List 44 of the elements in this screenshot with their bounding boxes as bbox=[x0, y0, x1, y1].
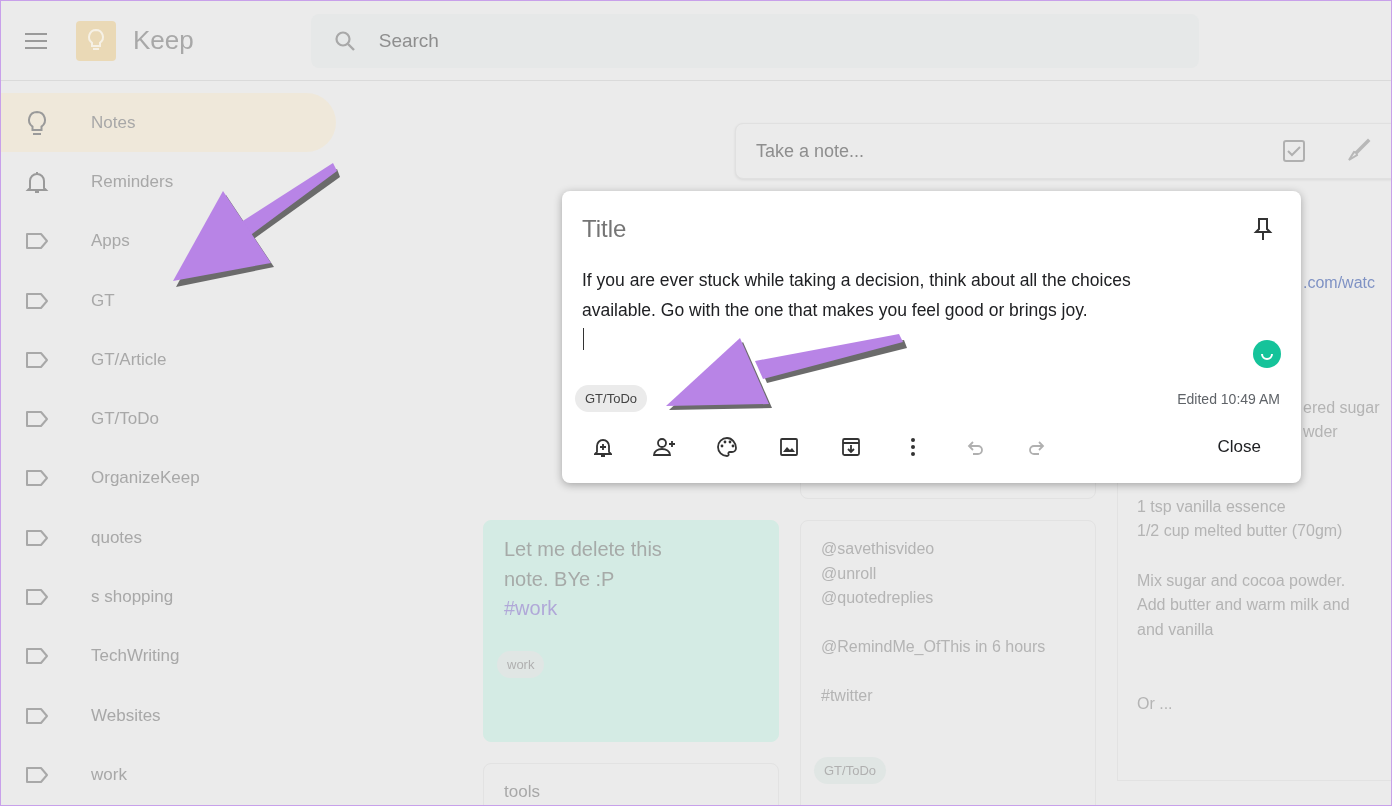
sidebar-item[interactable]: Websites bbox=[1, 685, 336, 746]
label-chip[interactable]: GT/ToDo bbox=[575, 385, 647, 412]
hashtag-link[interactable]: #work bbox=[504, 594, 758, 624]
edited-time: Edited 10:49 AM bbox=[1177, 390, 1280, 407]
grammar-check-icon[interactable] bbox=[1253, 340, 1281, 368]
note-card[interactable]: tools bbox=[483, 763, 779, 805]
label-icon bbox=[25, 469, 49, 488]
label-icon bbox=[25, 706, 49, 725]
link-text[interactable]: .com/watc bbox=[1303, 271, 1391, 296]
note-text: note. BYe :P bbox=[504, 566, 616, 592]
sidebar-item[interactable]: GT bbox=[1, 270, 336, 331]
text-cursor bbox=[583, 328, 584, 350]
lightbulb-logo-icon bbox=[76, 20, 116, 61]
app-name: Keep bbox=[133, 25, 194, 56]
sidebar-item[interactable]: work bbox=[1, 745, 336, 805]
label-icon bbox=[25, 588, 49, 606]
close-button[interactable]: Close bbox=[1193, 429, 1285, 465]
sidebar-item[interactable]: s shopping bbox=[1, 567, 336, 627]
label-icon bbox=[25, 647, 49, 666]
sidebar-item[interactable]: OrganizeKeep bbox=[1, 448, 336, 509]
menu-icon[interactable] bbox=[24, 31, 48, 50]
label-icon bbox=[25, 350, 49, 369]
note-body-text[interactable]: If you are ever stuck while taking a decision, think about all the choices available. Go with the one that makes you feel good or brings joy. bbox=[582, 265, 1197, 325]
lightbulb-icon bbox=[25, 109, 49, 136]
label-icon bbox=[25, 232, 49, 251]
label-icon bbox=[25, 291, 49, 310]
search-icon bbox=[332, 28, 357, 53]
label-icon bbox=[25, 410, 49, 429]
sidebar-item[interactable]: TechWriting bbox=[1, 626, 336, 686]
sidebar-item[interactable]: quotes bbox=[1, 508, 336, 568]
sidebar-item[interactable]: GT/ToDo bbox=[1, 389, 336, 449]
take-note-field[interactable]: Take a note... bbox=[735, 123, 1391, 179]
search-field[interactable]: Search bbox=[310, 13, 1199, 68]
pin-icon[interactable] bbox=[1253, 216, 1273, 242]
brush-icon[interactable] bbox=[1346, 138, 1372, 164]
label-icon bbox=[25, 765, 49, 784]
sidebar-item[interactable]: Reminders bbox=[1, 152, 336, 212]
checkbox-icon[interactable] bbox=[1282, 139, 1306, 163]
sidebar-item[interactable]: Apps bbox=[1, 211, 336, 271]
note-text: Let me delete this bbox=[504, 537, 663, 562]
note-title: tools bbox=[504, 782, 541, 802]
sidebar-item[interactable]: GT/Article bbox=[1, 330, 336, 390]
label-icon bbox=[25, 528, 49, 547]
sidebar-item[interactable]: Notes bbox=[1, 93, 336, 153]
